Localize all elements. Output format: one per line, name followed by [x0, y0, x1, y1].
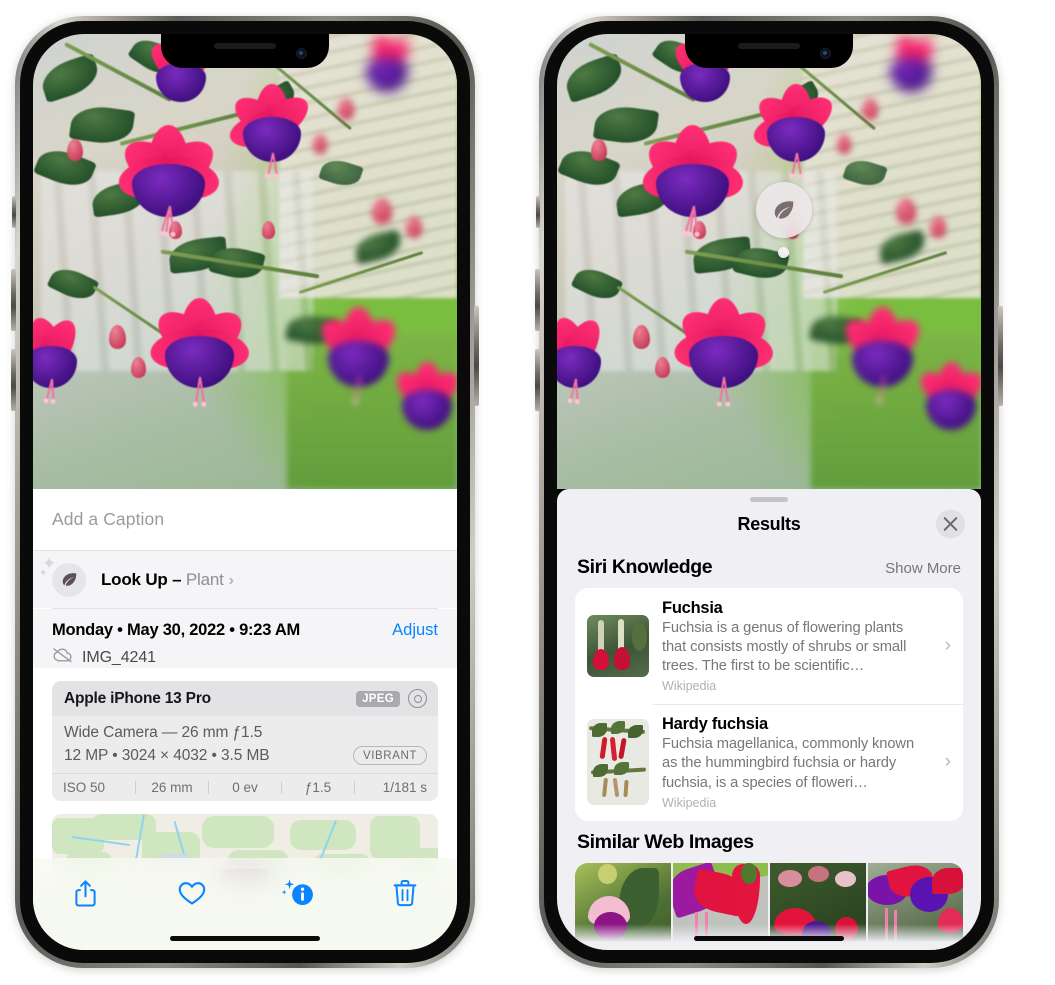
notch [685, 34, 853, 68]
entry-thumbnail [587, 719, 649, 806]
visual-lookup-badge[interactable] [756, 182, 812, 238]
similar-web-images-header: Similar Web Images [557, 821, 981, 863]
photo-viewer[interactable] [557, 34, 981, 489]
similar-web-images-title: Similar Web Images [577, 830, 754, 853]
fuchsia-photo [33, 34, 457, 489]
camera-device-name: Apple iPhone 13 Pro [64, 689, 211, 707]
entry-source: Wikipedia [662, 795, 717, 810]
entry-description: Fuchsia is a genus of flowering plants t… [662, 620, 907, 675]
device-screen-right: Results Siri Knowledge Show More Fuchsia… [557, 34, 981, 950]
exif-exposure: 0 ev [232, 780, 258, 795]
look-up-row[interactable]: ✦ ✦ Look Up – Plant › [33, 551, 457, 608]
entry-description: Fuchsia magellanica, commonly known as t… [662, 736, 915, 791]
lens-info: Wide Camera — 26 mm ƒ1.5 [64, 724, 263, 741]
home-indicator[interactable] [170, 936, 320, 941]
caption-field-row[interactable]: Add a Caption [33, 489, 457, 551]
exif-strip: ISO 50 26 mm 0 ev ƒ1.5 1/181 s [52, 773, 438, 801]
file-size-info: 12 MP • 3024 × 4032 • 3.5 MB [64, 746, 270, 764]
results-header: Results [557, 502, 981, 546]
volume-up-button[interactable] [11, 269, 16, 331]
silent-switch[interactable] [536, 196, 540, 228]
share-button[interactable] [61, 872, 109, 914]
front-camera-icon [296, 48, 307, 59]
photo-filename: IMG_4241 [82, 648, 156, 666]
home-indicator[interactable] [694, 936, 844, 941]
icloud-slash-icon [52, 647, 73, 668]
fuchsia-photo [557, 34, 981, 489]
siri-knowledge-header: Siri Knowledge Show More [557, 546, 981, 588]
photographic-style-badge: VIBRANT [352, 746, 427, 765]
chevron-right-icon: › [944, 635, 951, 657]
device-bezel: Results Siri Knowledge Show More Fuchsia… [544, 21, 994, 963]
sparkle-small-icon: ✦ [39, 567, 48, 579]
earpiece-speaker [738, 43, 800, 49]
favorite-button[interactable] [168, 872, 216, 914]
exif-aperture: ƒ1.5 [304, 780, 332, 795]
chevron-right-icon: › [944, 751, 951, 773]
close-icon [943, 517, 958, 531]
chevron-right-icon: › [228, 571, 234, 589]
front-camera-icon [820, 48, 831, 59]
volume-down-button[interactable] [535, 349, 540, 411]
siri-knowledge-title: Siri Knowledge [577, 556, 713, 578]
aperture-icon [408, 689, 427, 708]
exif-shutter: 1/181 s [382, 780, 427, 795]
caption-placeholder[interactable]: Add a Caption [52, 509, 164, 530]
earpiece-speaker [214, 43, 276, 49]
entry-source: Wikipedia [662, 679, 717, 694]
iphone-device-left: Add a Caption ✦ ✦ Look Up – Plant › Mond… [11, 16, 479, 968]
camera-card-header: Apple iPhone 13 Pro JPEG [52, 681, 438, 716]
info-button[interactable] [274, 872, 322, 914]
photo-metadata: Monday • May 30, 2022 • 9:23 AM Adjust I… [33, 609, 457, 668]
device-screen-left: Add a Caption ✦ ✦ Look Up – Plant › Mond… [33, 34, 457, 950]
list-item[interactable]: Hardy fuchsia Fuchsia magellanica, commo… [575, 704, 963, 820]
close-button[interactable] [936, 509, 965, 539]
photo-date: Monday • May 30, 2022 • 9:23 AM [52, 621, 301, 639]
leaf-icon: ✦ ✦ [39, 555, 86, 597]
look-up-subject: Plant [185, 569, 224, 589]
camera-card-body: Wide Camera — 26 mm ƒ1.5 12 MP • 3024 × … [52, 716, 438, 773]
results-title: Results [737, 513, 801, 534]
volume-up-button[interactable] [535, 269, 540, 331]
silent-switch[interactable] [12, 196, 16, 228]
power-button[interactable] [474, 306, 479, 406]
device-bezel: Add a Caption ✦ ✦ Look Up – Plant › Mond… [20, 21, 470, 963]
entry-body: Fuchsia Fuchsia is a genus of flowering … [662, 599, 930, 693]
screenshot-canvas: Add a Caption ✦ ✦ Look Up – Plant › Mond… [0, 0, 1055, 985]
delete-button[interactable] [381, 872, 429, 914]
exif-iso: ISO 50 [63, 780, 106, 795]
entry-thumbnail [587, 615, 649, 678]
volume-down-button[interactable] [11, 349, 16, 411]
visual-lookup-anchor-dot [778, 247, 789, 258]
entry-title: Fuchsia [662, 599, 723, 617]
exif-focal: 26 mm [151, 780, 193, 795]
leaf-icon [774, 201, 794, 219]
list-item[interactable]: Fuchsia Fuchsia is a genus of flowering … [575, 588, 963, 704]
notch [161, 34, 329, 68]
show-more-button[interactable]: Show More [885, 560, 961, 577]
power-button[interactable] [998, 306, 1003, 406]
iphone-device-right: Results Siri Knowledge Show More Fuchsia… [535, 16, 1003, 968]
look-up-title: Look Up – [101, 569, 186, 589]
entry-body: Hardy fuchsia Fuchsia magellanica, commo… [662, 715, 930, 809]
format-badge: JPEG [356, 690, 400, 707]
adjust-button[interactable]: Adjust [392, 621, 438, 640]
photo-viewer[interactable] [33, 34, 457, 489]
results-sheet: Results Siri Knowledge Show More Fuchsia… [557, 489, 981, 950]
siri-knowledge-list: Fuchsia Fuchsia is a genus of flowering … [575, 588, 963, 821]
look-up-label: Look Up – Plant › [101, 570, 234, 590]
entry-title: Hardy fuchsia [662, 715, 768, 734]
camera-info-card[interactable]: Apple iPhone 13 Pro JPEG Wide Camera — 2… [52, 681, 438, 801]
photo-info-sheet: Add a Caption ✦ ✦ Look Up – Plant › Mond… [33, 489, 457, 950]
